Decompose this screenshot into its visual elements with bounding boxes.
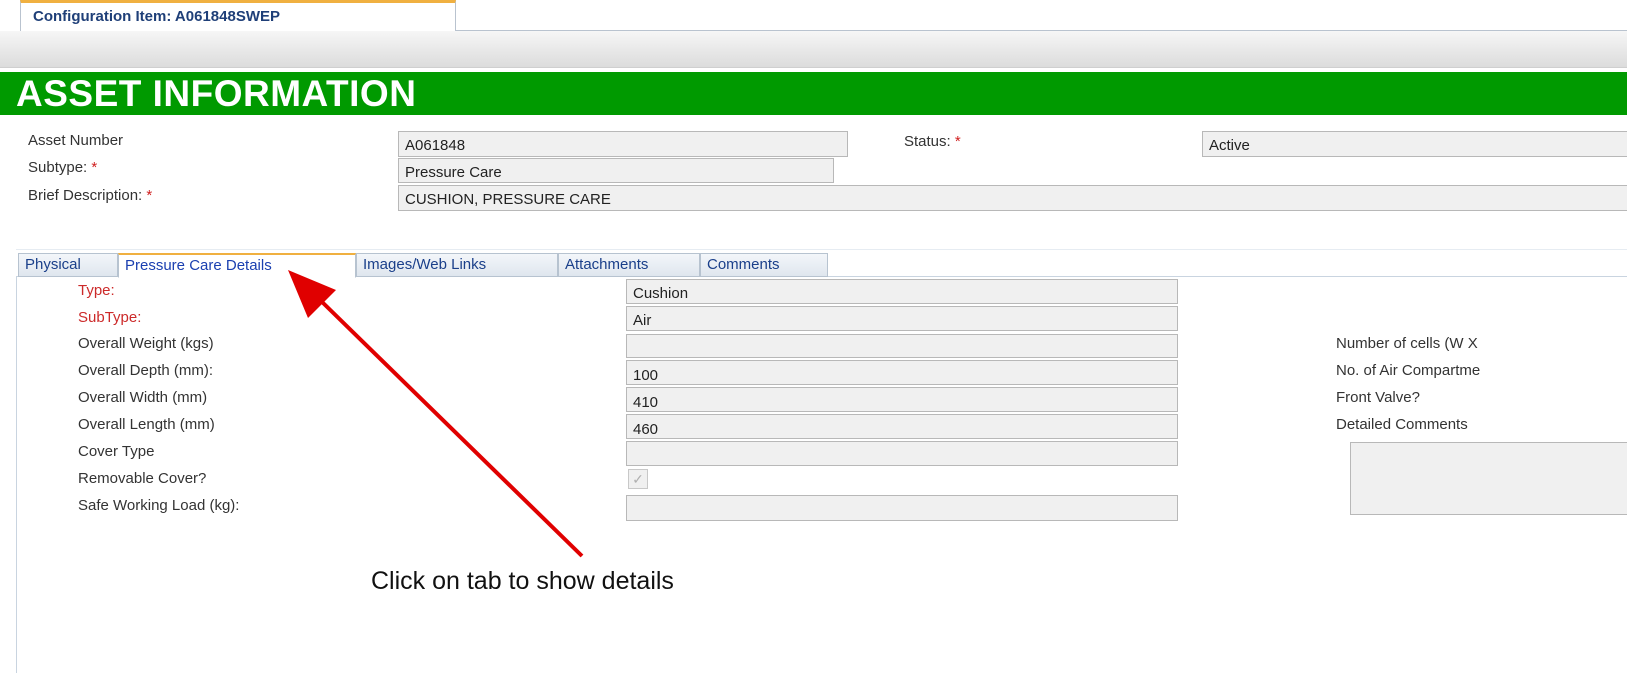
annotation-arrow [288, 270, 584, 558]
arrow-shaft [316, 296, 584, 558]
annotation-text: Click on tab to show details [371, 567, 674, 595]
